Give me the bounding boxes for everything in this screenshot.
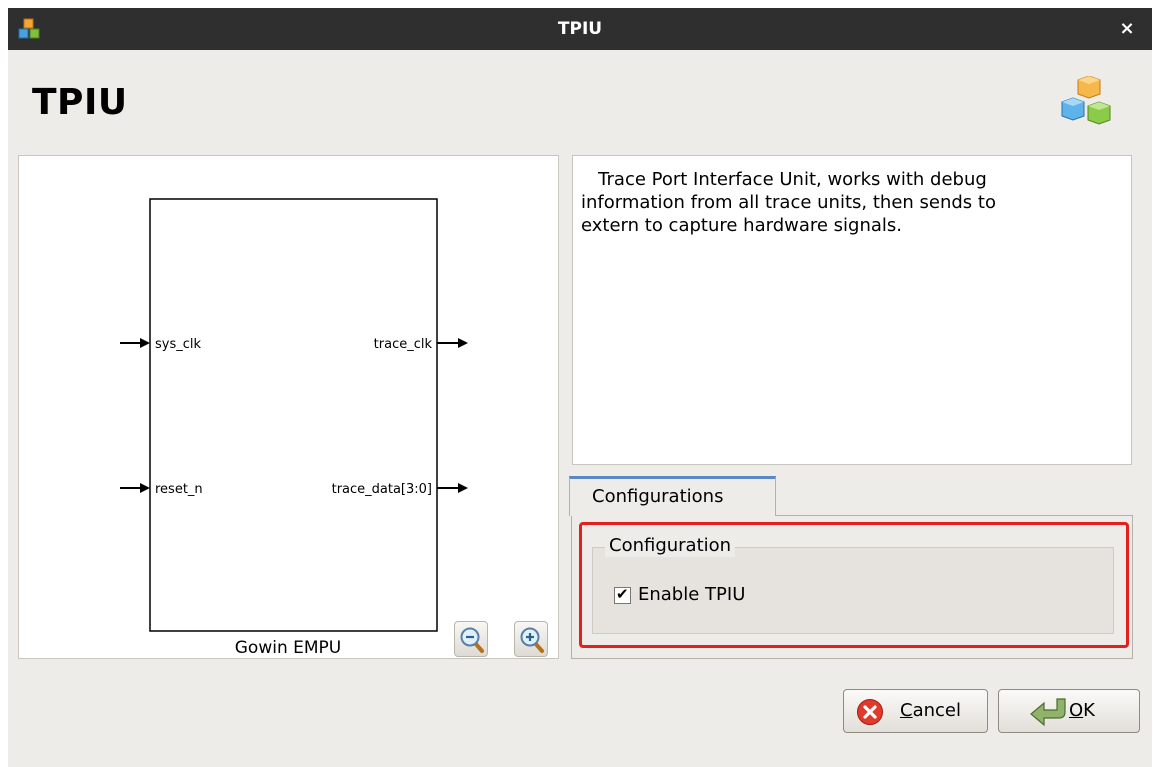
cubes-logo-icon — [1061, 76, 1111, 125]
input-arrow-sys-clk — [120, 338, 150, 348]
port-trace-clk: trace_clk — [374, 337, 433, 352]
ok-label: OK — [1069, 700, 1095, 721]
title-bar: TPIU × — [8, 8, 1152, 50]
cancel-button[interactable]: Cancel — [843, 689, 988, 733]
input-arrow-reset-n — [120, 483, 150, 493]
zoom-out-icon — [460, 627, 484, 653]
zoom-in-button[interactable] — [514, 621, 548, 657]
tab-configurations[interactable]: Configurations — [569, 476, 776, 516]
block-name: Gowin EMPU — [235, 638, 341, 658]
description-text: Trace Port Interface Unit, works with de… — [572, 155, 1132, 465]
page-title: TPIU — [32, 82, 128, 123]
highlight-box — [579, 522, 1129, 648]
port-reset-n: reset_n — [155, 482, 203, 497]
zoom-in-icon — [520, 627, 544, 653]
window-title: TPIU — [557, 19, 603, 39]
cancel-label: Cancel — [900, 700, 961, 721]
block-diagram: sys_clk reset_n trace_clk trace_data[3:0… — [18, 155, 559, 659]
cancel-icon — [857, 699, 883, 725]
close-icon[interactable]: × — [1114, 16, 1140, 42]
ok-arrow-icon — [1030, 698, 1066, 727]
diagram-canvas: sys_clk reset_n trace_clk trace_data[3:0… — [120, 198, 468, 658]
ok-button[interactable]: OK — [998, 689, 1140, 733]
empu-block — [149, 198, 438, 632]
output-arrow-trace-data — [437, 483, 468, 493]
output-arrow-trace-clk — [437, 338, 468, 348]
zoom-out-button[interactable] — [454, 621, 488, 657]
port-sys-clk: sys_clk — [155, 337, 201, 352]
port-trace-data: trace_data[3:0] — [332, 482, 432, 497]
